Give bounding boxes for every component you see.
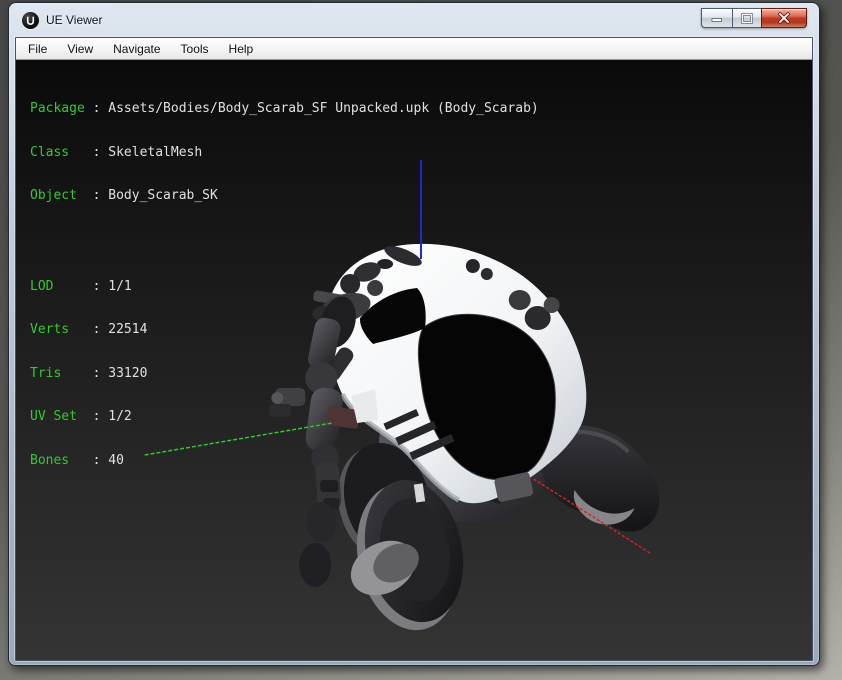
info-row-verts: Verts: 22514 <box>30 323 539 338</box>
info-label: Package <box>30 102 93 117</box>
info-value: Body_Scarab_SK <box>108 188 218 203</box>
info-row-tris: Tris: 33120 <box>30 367 539 382</box>
close-button[interactable] <box>761 8 807 28</box>
info-label: Verts <box>30 323 93 338</box>
info-value: SkeletalMesh <box>108 145 202 160</box>
menu-item-navigate[interactable]: Navigate <box>103 38 170 59</box>
info-separator: : <box>93 322 109 337</box>
info-value: 40 <box>108 453 124 468</box>
info-label: Bones <box>30 454 93 469</box>
info-row-object: Object: Body_Scarab_SK <box>30 189 539 204</box>
ue-viewer-window: UE Viewer File <box>8 2 820 666</box>
info-separator: : <box>93 101 109 116</box>
viewport-3d[interactable]: Package: Assets/Bodies/Body_Scarab_SF Un… <box>16 60 812 660</box>
maximize-icon <box>741 13 753 24</box>
info-label: Object <box>30 189 93 204</box>
info-separator: : <box>93 366 109 381</box>
info-row-lod: LOD: 1/1 <box>30 280 539 295</box>
mesh-stats: LOD: 1/1 Verts: 22514 Tris: 33120 UV Set… <box>30 251 539 498</box>
titlebar[interactable]: UE Viewer <box>15 3 813 37</box>
menu-item-tools[interactable]: Tools <box>171 38 219 59</box>
menubar: File View Navigate Tools Help <box>16 38 812 60</box>
minimize-icon <box>711 13 723 23</box>
info-value: 33120 <box>108 366 147 381</box>
info-separator: : <box>93 145 109 160</box>
info-label: LOD <box>30 280 93 295</box>
close-icon <box>777 12 791 24</box>
minimize-button[interactable] <box>701 8 732 28</box>
info-panel: Package: Assets/Bodies/Body_Scarab_SF Un… <box>30 73 539 526</box>
menu-item-view[interactable]: View <box>57 38 103 59</box>
info-separator: : <box>93 279 109 294</box>
menu-item-help[interactable]: Help <box>219 38 264 59</box>
info-separator: : <box>93 188 109 203</box>
menu-item-file[interactable]: File <box>18 38 57 59</box>
info-label: UV Set <box>30 410 93 425</box>
info-row-package: Package: Assets/Bodies/Body_Scarab_SF Un… <box>30 102 539 117</box>
window-title: UE Viewer <box>46 13 102 27</box>
info-row-bones: Bones: 40 <box>30 454 539 469</box>
info-value: Assets/Bodies/Body_Scarab_SF Unpacked.up… <box>108 101 538 116</box>
info-value: 1/2 <box>108 409 131 424</box>
info-row-class: Class: SkeletalMesh <box>30 146 539 161</box>
info-separator: : <box>93 453 109 468</box>
info-value: 22514 <box>108 322 147 337</box>
info-row-uvset: UV Set: 1/2 <box>30 410 539 425</box>
client-area: File View Navigate Tools Help <box>15 37 813 661</box>
info-separator: : <box>93 409 109 424</box>
window-controls <box>701 8 807 28</box>
maximize-button[interactable] <box>732 8 761 28</box>
info-value: 1/1 <box>108 279 131 294</box>
info-label: Class <box>30 146 93 161</box>
info-label: Tris <box>30 367 93 382</box>
ue-viewer-logo-icon <box>22 12 39 29</box>
